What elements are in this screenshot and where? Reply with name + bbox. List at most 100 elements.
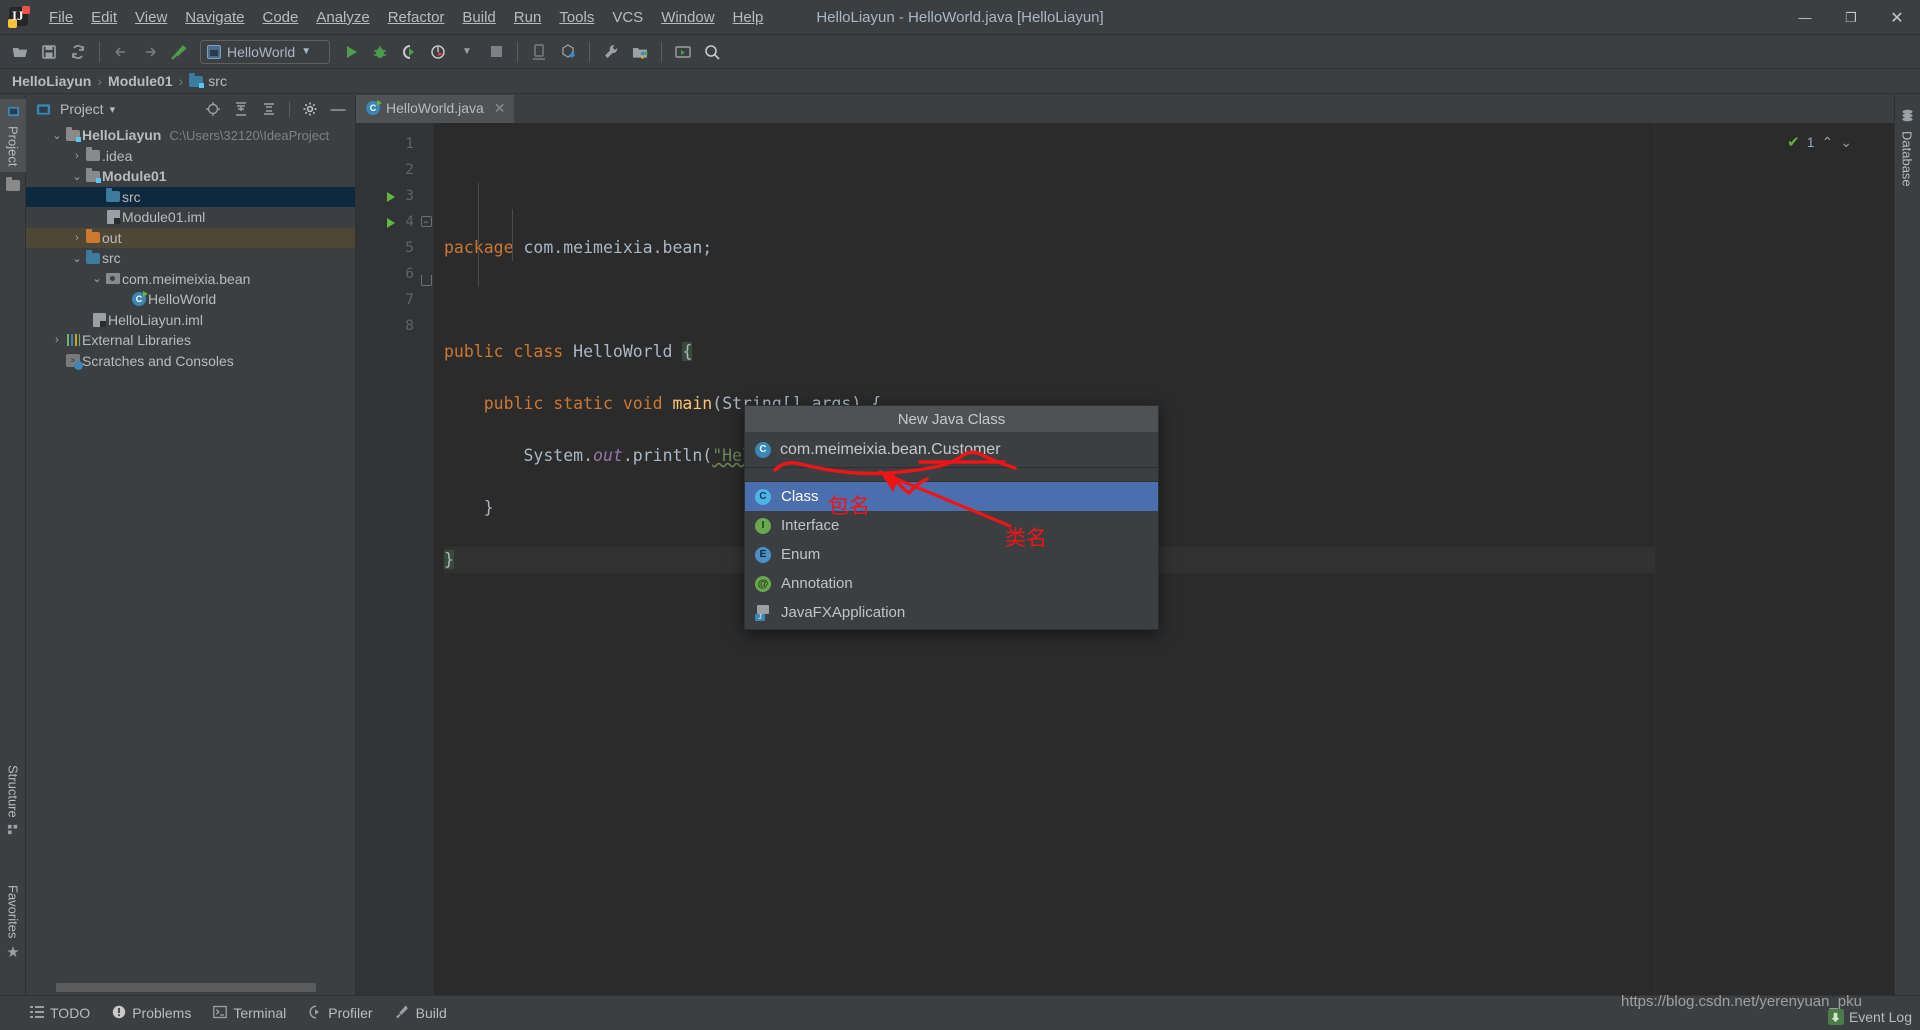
chevron-down-icon[interactable]: ⌄ [50,129,64,142]
event-log-button[interactable]: Event Log [1827,1009,1912,1025]
project-tree-horizontal-scrollbar[interactable] [56,983,351,993]
tree-row-helloworld-class[interactable]: C HelloWorld [26,289,355,310]
menu-item-window[interactable]: Window [652,5,723,30]
build-hammer-icon[interactable] [165,38,193,66]
run-class-gutter-icon[interactable] [384,190,398,204]
minimize-button[interactable]: — [1782,0,1828,35]
breadcrumb-item-module[interactable]: Module01 [108,73,173,89]
sync-icon[interactable] [64,38,92,66]
editor-tab-helloworld[interactable]: C HelloWorld.java ✕ [356,95,514,123]
breadcrumb-item-src[interactable]: src [189,72,227,89]
hide-panel-icon[interactable]: — [327,98,349,120]
class-name-input[interactable]: C com.meimeixia.bean.Customer [745,432,1158,468]
list-item-enum[interactable]: E Enum [745,540,1158,569]
menu-item-refactor[interactable]: Refactor [379,5,454,30]
menu-item-tools[interactable]: Tools [550,5,603,30]
list-item-interface[interactable]: I Interface [745,511,1158,540]
sidebar-item-folder[interactable] [0,173,26,200]
menu-item-help[interactable]: Help [724,5,773,30]
menu-item-navigate[interactable]: Navigate [176,5,253,30]
open-folder-icon[interactable] [6,38,34,66]
class-kind-list[interactable]: C Class I Interface E Enum @ Annotation … [745,482,1158,629]
close-button[interactable]: ✕ [1874,0,1920,35]
menu-item-edit[interactable]: Edit [82,5,126,30]
fold-end-icon[interactable] [420,275,432,286]
tree-row-out[interactable]: › out [26,227,355,248]
chevron-right-icon[interactable]: › [70,150,84,162]
breadcrumb-item-project[interactable]: HelloLiayun [12,73,91,89]
chevron-down-icon[interactable]: ⌄ [70,170,84,183]
maximize-button[interactable]: ❐ [1828,0,1874,35]
inspection-widget[interactable]: ✔ 1 ⌃ ⌄ [1787,133,1852,152]
status-item-todo[interactable]: TODO [30,1005,90,1022]
sidebar-item-project[interactable]: Project [0,99,26,173]
tree-row-module01-src[interactable]: src [26,186,355,207]
editor-fold-column[interactable]: − [418,123,434,995]
scratches-icon: > [64,354,83,371]
list-item-class[interactable]: C Class [745,482,1158,511]
run-icon[interactable] [337,38,365,66]
close-icon[interactable]: ✕ [494,100,506,117]
chevron-down-icon[interactable]: ⌄ [1840,134,1852,151]
status-item-profiler[interactable]: Profiler [308,1004,373,1022]
new-java-class-dialog[interactable]: New Java Class C com.meimeixia.bean.Cust… [744,405,1159,630]
chevron-down-icon[interactable]: ⌄ [90,272,104,285]
status-item-terminal[interactable]: Terminal [213,1005,286,1022]
project-tree[interactable]: ⌄ HelloLiayun C:\Users\32120\IdeaProject… [26,123,355,983]
editor-gutter[interactable]: 1 2 3 4 5 6 7 8 [356,123,418,995]
expand-all-icon[interactable] [230,98,252,120]
run-coverage-icon[interactable] [395,38,423,66]
tree-row-src[interactable]: ⌄ src [26,248,355,269]
run-anything-icon[interactable] [669,38,697,66]
tree-row-scratches[interactable]: > Scratches and Consoles [26,351,355,372]
back-arrow-icon[interactable] [107,38,135,66]
sidebar-item-structure[interactable]: Structure [0,759,26,845]
run-method-gutter-icon[interactable] [384,216,398,230]
settings-wrench-icon[interactable] [597,38,625,66]
stop-icon[interactable] [482,38,510,66]
tree-row-helloliayun[interactable]: ⌄ HelloLiayun C:\Users\32120\IdeaProject [26,125,355,146]
menu-item-run[interactable]: Run [505,5,551,30]
locate-icon[interactable] [202,98,224,120]
debug-icon[interactable] [366,38,394,66]
chevron-up-icon[interactable]: ⌃ [1822,134,1834,151]
chevron-down-icon[interactable]: ⌄ [70,252,84,265]
chevron-down-icon[interactable]: ▾ [110,103,116,116]
menu-item-file[interactable]: File [40,5,82,30]
sidebar-item-database[interactable]: Database [1894,103,1920,193]
list-item-label: JavaFXApplication [781,604,906,621]
project-structure-icon[interactable] [626,38,654,66]
device-manager-icon[interactable] [525,38,553,66]
settings-gear-icon[interactable] [299,98,321,120]
dialog-title: New Java Class [745,406,1158,432]
list-item-javafxapplication[interactable]: J JavaFXApplication [745,598,1158,627]
status-item-problems[interactable]: Problems [112,1005,191,1022]
breadcrumb-label-1: Module01 [108,73,173,89]
sidebar-item-favorites[interactable]: Favorites ★ [0,879,26,967]
tree-row-package[interactable]: ⌄ com.meimeixia.bean [26,269,355,290]
chevron-right-icon[interactable]: › [70,232,84,244]
tree-row-module01[interactable]: ⌄ Module01 [26,166,355,187]
menu-item-vcs[interactable]: VCS [603,5,652,30]
save-all-icon[interactable] [35,38,63,66]
forward-arrow-icon[interactable] [136,38,164,66]
tree-row-external-libraries[interactable]: › External Libraries [26,330,355,351]
chevron-right-icon[interactable]: › [50,334,64,346]
tree-row-helloliayun-iml[interactable]: HelloLiayun.iml [26,310,355,331]
status-item-build[interactable]: Build [395,1004,447,1022]
profile-icon[interactable] [424,38,452,66]
java-class-runnable-icon: C [366,100,382,115]
sdk-download-icon[interactable] [554,38,582,66]
collapse-all-icon[interactable] [258,98,280,120]
search-everywhere-icon[interactable] [698,38,726,66]
fold-collapse-icon[interactable]: − [420,216,432,227]
tree-row-idea[interactable]: › .idea [26,146,355,167]
chevron-down-icon[interactable]: ▼ [453,38,481,66]
menu-item-build[interactable]: Build [453,5,504,30]
menu-item-view[interactable]: View [126,5,176,30]
run-configuration-selector[interactable]: HelloWorld ▼ [200,39,330,64]
menu-item-analyze[interactable]: Analyze [307,5,378,30]
menu-item-code[interactable]: Code [253,5,307,30]
tree-row-module01-iml[interactable]: Module01.iml [26,207,355,228]
list-item-annotation[interactable]: @ Annotation [745,569,1158,598]
